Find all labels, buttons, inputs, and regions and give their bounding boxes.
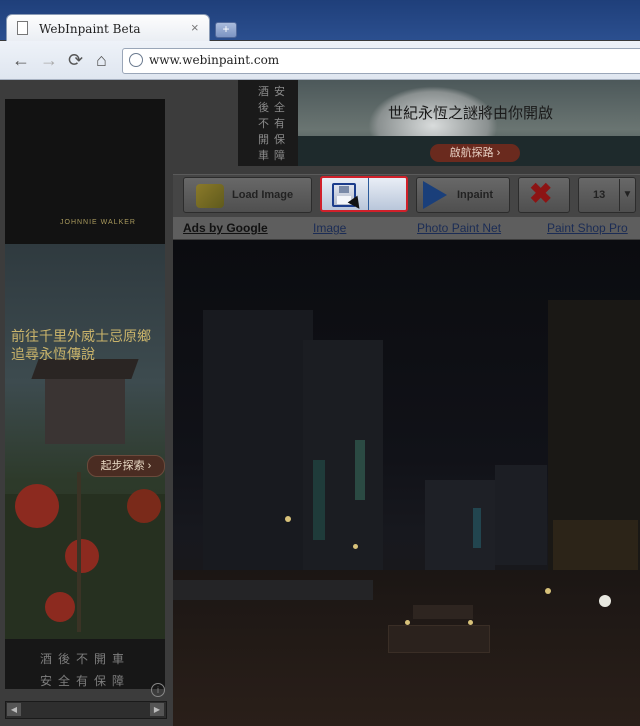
car-headlight [599,595,611,607]
poppy-flower [15,484,59,528]
poppy-flower [127,489,161,523]
forward-arrow-icon[interactable]: → [40,50,58,71]
new-tab-button[interactable]: + [215,22,237,38]
ad-whisky-panel: JOHNNIE WALKER [5,99,165,244]
ad-house [45,374,125,444]
street-light [545,588,551,594]
ad-link[interactable]: Image [313,221,346,235]
planter [388,625,490,653]
banner-cta-button[interactable]: 啟航探路 › [430,144,520,162]
load-image-button[interactable]: Load Image [183,177,312,213]
folder-open-icon [196,184,224,208]
address-bar[interactable]: www.webinpaint.com [122,48,640,74]
delete-button[interactable]: ✖ [518,177,570,213]
poem-column: 酒後不開車 [258,85,269,162]
poem-column: 安全有保障 [274,85,285,162]
browser-tab[interactable]: WebInpaint Beta × [6,14,210,43]
horizontal-scrollbar[interactable]: ◀ ▶ [5,701,167,719]
street-light [285,516,291,522]
ads-by-google-link[interactable]: Ads by Google [183,221,268,235]
lit-sign [473,508,481,548]
page-content: JOHNNIE WALKER 前往千里外威士忌原鄉 追尋永恆傳說 起步探索 › … [0,80,640,726]
url-text[interactable]: www.webinpaint.com [149,53,279,67]
banner-headline: 世紀永恆之謎將由你開啟 [388,104,554,122]
ad-links-bar: Ads by Google Image Photo Paint Net Pain… [173,217,640,239]
close-tab-icon[interactable]: × [191,20,199,35]
lit-sign [313,460,325,540]
inpaint-button[interactable]: Inpaint [416,177,510,213]
scroll-right-icon[interactable]: ▶ [150,703,164,716]
lit-sign [355,440,365,500]
divider [368,178,369,210]
save-button[interactable] [320,176,408,213]
chevron-down-icon[interactable]: ▼ [619,179,635,211]
page-icon [17,21,28,35]
globe-icon [129,53,143,67]
planter [413,605,473,619]
banner-ad[interactable]: 酒後不開車 安全有保障 世紀永恆之謎將由你開啟 啟航探路 › [238,80,640,166]
scroll-left-icon[interactable]: ◀ [7,703,21,716]
image-canvas[interactable] [173,240,640,726]
load-image-label: Load Image [232,189,294,201]
home-icon[interactable]: ⌂ [96,50,107,71]
brush-size-value: 13 [593,189,606,201]
brush-size-select[interactable]: 13 ▼ [578,177,636,213]
back-arrow-icon[interactable]: ← [12,50,30,71]
walkway-wall [173,580,373,600]
play-triangle-icon [423,181,447,209]
building [495,465,547,565]
banner-poem: 酒後不開車 安全有保障 [238,80,298,166]
ad-brand: JOHNNIE WALKER [60,219,136,226]
browser-toolbar: ← → ⟳ ⌂ www.webinpaint.com [0,41,640,80]
street-light [353,544,358,549]
building [425,480,495,570]
app-toolbar: Load Image Inpaint ✖ 13 ▼ [173,174,640,217]
tab-title: WebInpaint Beta [39,22,141,36]
ad-cta-button[interactable]: 起步探索 › [87,455,165,477]
plaza-light [405,620,410,625]
ad-scene-image [5,244,165,639]
ad-slogan-line: 安全有保障 [39,674,130,688]
inpaint-label: Inpaint [457,189,494,201]
reload-icon[interactable]: ⟳ [68,50,83,71]
left-ad[interactable]: JOHNNIE WALKER 前往千里外威士忌原鄉 追尋永恆傳說 起步探索 › … [5,99,165,697]
poppy-flower [65,539,99,573]
ad-slogan-panel: 酒後不開車 安全有保障 [5,639,165,689]
inpaint-app: Load Image Inpaint ✖ 13 ▼ Ads by Google … [173,174,640,726]
ad-slogan-line: 酒後不開車 [39,652,130,666]
building [203,310,313,580]
ad-link[interactable]: Photo Paint Net [417,221,501,235]
floppy-shutter [339,186,349,193]
ad-info-icon[interactable]: i [151,683,165,697]
red-x-icon: ✖ [529,178,553,209]
plaza-light [468,620,473,625]
ad-headline: 前往千里外威士忌原鄉 追尋永恆傳說 [11,329,151,363]
ad-signpost [77,472,81,632]
ad-link[interactable]: Paint Shop Pro [547,221,628,235]
poppy-flower [45,592,75,622]
